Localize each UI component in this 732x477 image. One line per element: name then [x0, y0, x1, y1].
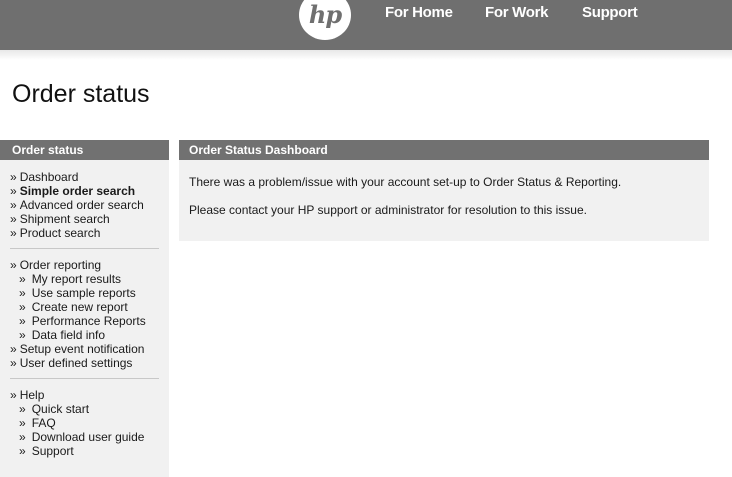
top-navigation-bar: hp For Home For Work Support [0, 0, 732, 50]
sidebar-item-setup-event-notification[interactable]: » Setup event notification [0, 342, 169, 356]
bullet-icon: » [19, 416, 26, 430]
dashboard-header: Order Status Dashboard [179, 140, 709, 160]
sidebar-link-download-user-guide[interactable]: Download user guide [32, 430, 145, 444]
header-shadow [0, 50, 732, 60]
sidebar-divider [10, 378, 159, 379]
sidebar-item-simple-order-search[interactable]: » Simple order search [0, 184, 169, 198]
sidebar-header: Order status [0, 140, 169, 160]
sidebar-link-setup-event-notification[interactable]: Setup event notification [20, 342, 145, 356]
sidebar-divider [10, 248, 159, 249]
bullet-icon: » [10, 212, 17, 226]
sidebar-link-help[interactable]: Help [20, 388, 45, 402]
sidebar-link-advanced-order-search[interactable]: Advanced order search [20, 198, 144, 212]
dashboard-panel: Order Status Dashboard There was a probl… [179, 140, 709, 241]
sidebar-link-product-search[interactable]: Product search [20, 226, 101, 240]
sidebar-link-my-report-results[interactable]: My report results [32, 272, 121, 286]
sidebar-item-shipment-search[interactable]: » Shipment search [0, 212, 169, 226]
sidebar-link-quick-start[interactable]: Quick start [32, 402, 89, 416]
sidebar-link-shipment-search[interactable]: Shipment search [20, 212, 110, 226]
page-title: Order status [12, 80, 150, 108]
sidebar-item-download-user-guide[interactable]: » Download user guide [0, 430, 169, 444]
sidebar-item-order-reporting[interactable]: » Order reporting [0, 258, 169, 272]
sidebar-link-data-field-info[interactable]: Data field info [32, 328, 105, 342]
sidebar-item-product-search[interactable]: » Product search [0, 226, 169, 240]
bullet-icon: » [10, 356, 17, 370]
sidebar-item-data-field-info[interactable]: » Data field info [0, 328, 169, 342]
sidebar-item-help[interactable]: » Help [0, 388, 169, 402]
sidebar-item-my-report-results[interactable]: » My report results [0, 272, 169, 286]
sidebar-link-dashboard[interactable]: Dashboard [20, 170, 79, 184]
sidebar-link-user-defined-settings[interactable]: User defined settings [20, 356, 133, 370]
bullet-icon: » [10, 258, 17, 272]
sidebar-item-quick-start[interactable]: » Quick start [0, 402, 169, 416]
bullet-icon: » [19, 430, 26, 444]
sidebar-link-order-reporting[interactable]: Order reporting [20, 258, 101, 272]
sidebar-link-simple-order-search[interactable]: Simple order search [20, 184, 135, 198]
sidebar-item-support[interactable]: » Support [0, 444, 169, 458]
sidebar: Order status » Dashboard» Simple order sea… [0, 140, 169, 477]
sidebar-item-use-sample-reports[interactable]: » Use sample reports [0, 286, 169, 300]
bullet-icon: » [10, 198, 17, 212]
sidebar-link-support[interactable]: Support [32, 444, 74, 458]
sidebar-item-dashboard[interactable]: » Dashboard [0, 170, 169, 184]
bullet-icon: » [19, 444, 26, 458]
sidebar-item-faq[interactable]: » FAQ [0, 416, 169, 430]
sidebar-menu-group: » Dashboard» Simple order search» Advanced … [0, 170, 169, 240]
bullet-icon: » [19, 286, 26, 300]
sidebar-item-create-new-report[interactable]: » Create new report [0, 300, 169, 314]
bullet-icon: » [10, 184, 17, 198]
sidebar-link-use-sample-reports[interactable]: Use sample reports [32, 286, 136, 300]
bullet-icon: » [10, 170, 17, 184]
bullet-icon: » [19, 300, 26, 314]
sidebar-menu-group: » Order reporting» My report results» Use s… [0, 258, 169, 370]
sidebar-link-create-new-report[interactable]: Create new report [32, 300, 128, 314]
hp-logo-text: hp [308, 0, 342, 29]
sidebar-item-performance-reports[interactable]: » Performance Reports [0, 314, 169, 328]
bullet-icon: » [19, 314, 26, 328]
bullet-icon: » [10, 342, 17, 356]
sidebar-link-faq[interactable]: FAQ [32, 416, 56, 430]
nav-support[interactable]: Support [582, 4, 638, 21]
bullet-icon: » [19, 328, 26, 342]
bullet-icon: » [19, 272, 26, 286]
bullet-icon: » [19, 402, 26, 416]
error-message: There was a problem/issue with your acco… [189, 175, 622, 189]
contact-message: Please contact your HP support or admini… [189, 203, 587, 217]
sidebar-item-advanced-order-search[interactable]: » Advanced order search [0, 198, 169, 212]
hp-logo[interactable]: hp [299, 0, 351, 40]
sidebar-item-user-defined-settings[interactable]: » User defined settings [0, 356, 169, 370]
bullet-icon: » [10, 226, 17, 240]
sidebar-menu-group: » Help» Quick start» FAQ» Download user guid… [0, 388, 169, 458]
bullet-icon: » [10, 388, 17, 402]
sidebar-link-performance-reports[interactable]: Performance Reports [32, 314, 146, 328]
nav-for-work[interactable]: For Work [485, 4, 548, 21]
nav-for-home[interactable]: For Home [385, 4, 453, 21]
